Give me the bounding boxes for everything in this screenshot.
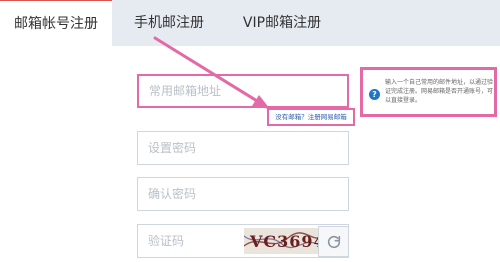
email-field[interactable]: [137, 74, 349, 108]
tab-mobile-register[interactable]: 手机邮注册: [113, 0, 225, 46]
email-tip-box: ? 输入一个自己常用的邮件地址，以通过验证完成注册。网易邮箱是否开通账号，可以直…: [360, 67, 497, 117]
email-tip-text: 输入一个自己常用的邮件地址，以通过验证完成注册。网易邮箱是否开通账号，可以直接登…: [385, 79, 494, 104]
tab-email-account-register[interactable]: 邮箱帐号注册: [0, 0, 112, 47]
register-netease-email-link[interactable]: 没有邮箱？注册网易邮箱: [267, 108, 355, 126]
captcha-image[interactable]: VC3694: [244, 228, 322, 254]
tab-label: 邮箱帐号注册: [14, 16, 98, 32]
tab-vip-register[interactable]: VIP邮箱注册: [226, 0, 338, 46]
info-icon: ?: [369, 89, 380, 100]
tab-label: 手机邮注册: [134, 15, 204, 31]
email-input[interactable]: [139, 76, 347, 106]
register-link-text: 没有邮箱？注册网易邮箱: [275, 113, 347, 121]
confirm-password-field[interactable]: [137, 177, 349, 211]
password-field[interactable]: [137, 131, 349, 165]
confirm-password-input[interactable]: [138, 178, 348, 210]
tab-label: VIP邮箱注册: [242, 15, 322, 31]
captcha-text: VC3694: [249, 232, 322, 251]
password-input[interactable]: [138, 132, 348, 164]
refresh-captcha-button[interactable]: [318, 226, 349, 257]
captcha-input[interactable]: [138, 225, 238, 257]
tab-bar: 邮箱帐号注册 手机邮注册 VIP邮箱注册: [0, 0, 500, 47]
refresh-icon: [327, 235, 340, 248]
